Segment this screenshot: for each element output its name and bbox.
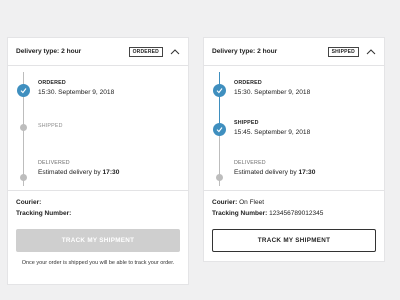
courier-label: Courier: [16,199,42,206]
chevron-up-icon[interactable] [170,48,180,56]
delivery-type-title: Delivery type: 2 hour [212,48,278,55]
chevron-up-icon[interactable] [366,48,376,56]
step-value: Estimated delivery by 17:30 [38,168,119,177]
card-header: Delivery type: 2 hour ORDERED [8,38,188,66]
shipment-timeline: ORDERED 15:30. September 9, 2018 SHIPPED… [8,66,188,186]
check-icon [17,84,30,97]
courier-label: Courier: [212,199,238,206]
step-value: Estimated delivery by 17:30 [234,168,315,177]
tracking-value: 123456789012345 [269,210,324,217]
tracking-line: Tracking Number: 123456789012345 [212,208,376,219]
step-shipped: SHIPPED [38,122,63,131]
estimate-time: 17:30 [102,169,120,176]
courier-value: On Fleet [239,199,265,206]
estimate-prefix: Estimated delivery by [38,169,103,176]
status-badge: ORDERED [128,46,163,57]
pending-dot-icon [216,174,223,181]
step-value: 15:45. September 9, 2018 [234,129,311,136]
step-ordered: ORDERED 15:30. September 9, 2018 [38,79,114,97]
shipment-timeline: ORDERED 15:30. September 9, 2018 SHIPPED… [204,66,384,186]
step-label: DELIVERED [234,160,266,166]
shipment-info: Courier: On Fleet Tracking Number: 12345… [204,190,384,261]
courier-line: Courier: [16,197,180,208]
track-shipment-button[interactable]: TRACK MY SHIPMENT [16,229,180,252]
shipment-info: Courier: Tracking Number: TRACK MY SHIPM… [8,190,188,284]
tracking-label: Tracking Number: [16,210,72,217]
order-card-ordered: Delivery type: 2 hour ORDERED ORDERED 15… [8,38,188,284]
pending-dot-icon [20,174,27,181]
pending-dot-icon [20,124,27,131]
tracking-label: Tracking Number: [212,210,268,217]
status-badge: SHIPPED [327,46,359,57]
estimate-prefix: Estimated delivery by [234,169,299,176]
step-label: ORDERED [38,80,66,86]
courier-line: Courier: On Fleet [212,197,376,208]
order-card-shipped: Delivery type: 2 hour SHIPPED ORDERED 15… [204,38,384,261]
step-label: DELIVERED [38,160,70,166]
step-ordered: ORDERED 15:30. September 9, 2018 [234,79,310,97]
track-hint-text: Once your order is shipped you will be a… [21,260,175,266]
step-shipped: SHIPPED 15:45. September 9, 2018 [234,119,310,137]
step-label: ORDERED [234,80,262,86]
estimate-time: 17:30 [298,169,316,176]
card-header: Delivery type: 2 hour SHIPPED [204,38,384,66]
step-label: SHIPPED [234,120,259,126]
step-delivered: DELIVERED Estimated delivery by 17:30 [234,159,315,177]
check-icon [213,123,226,136]
step-delivered: DELIVERED Estimated delivery by 17:30 [38,159,119,177]
check-icon [213,84,226,97]
step-value: 15:30. September 9, 2018 [38,89,115,96]
step-label: SHIPPED [38,123,63,129]
track-shipment-button[interactable]: TRACK MY SHIPMENT [212,229,376,252]
delivery-type-title: Delivery type: 2 hour [16,48,82,55]
timeline-line-complete [219,72,220,128]
step-value: 15:30. September 9, 2018 [234,89,311,96]
tracking-line: Tracking Number: [16,208,180,219]
